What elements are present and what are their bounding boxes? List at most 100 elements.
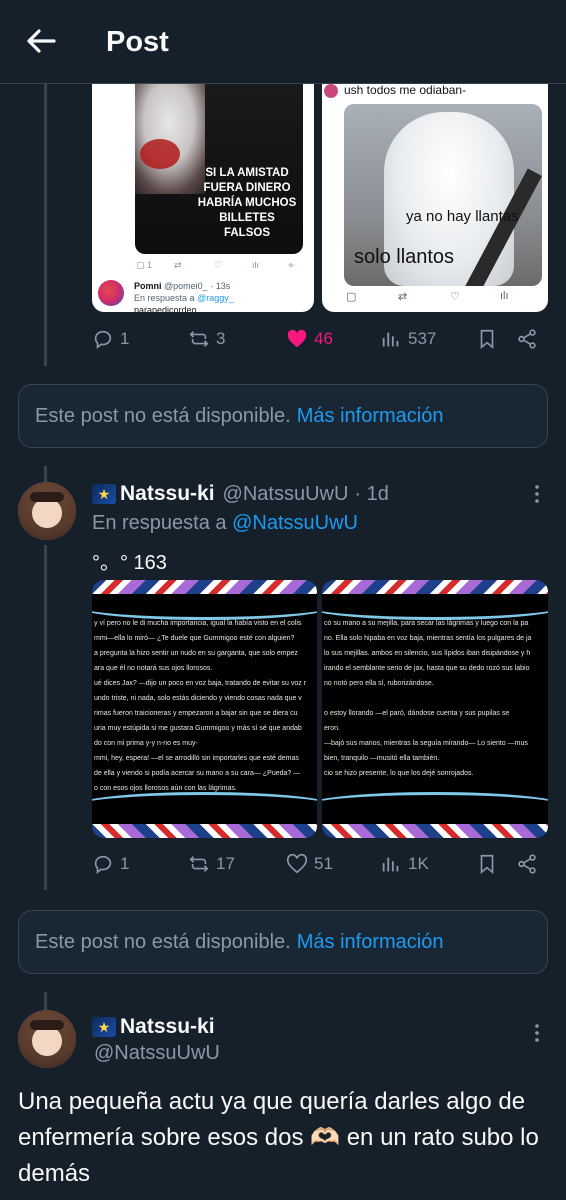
story-line: de ella y viendo si podía acercar su man… [94, 770, 301, 777]
author-name[interactable]: Natssu-ki [120, 1015, 215, 1039]
story-line: rimas fueron traicioneras y empezaron a … [94, 710, 298, 717]
meme-image: SI LA AMISTAD FUERA DINERO HABRÍA MUCHOS… [135, 84, 303, 254]
story-line: mmi, hey, espera! —el se arrodilló sin i… [94, 755, 299, 762]
story-line: eron. [324, 725, 340, 732]
thread-line [44, 992, 47, 1010]
author-name[interactable]: Natssu-ki [120, 482, 215, 506]
mini-views-icon: ılı [500, 290, 509, 302]
more-options-icon[interactable] [526, 483, 548, 505]
reply-icon [94, 855, 112, 874]
reply-button[interactable]: 1 [92, 847, 129, 881]
caption-top: ush todos me odiaban- [344, 84, 467, 97]
stripe-bottom [322, 824, 548, 838]
mini-views-icon: ılı [252, 260, 260, 270]
meme-line: BILLETES FALSOS [219, 212, 275, 239]
story-line: lo sus mejillas. ambos en silencio, sus … [324, 650, 531, 657]
mini-reply-to: En respuesta a @raggy_ [134, 293, 234, 303]
back-arrow-icon[interactable] [24, 26, 58, 56]
mini-reply-handle: @pomei0_ · 13s [164, 281, 231, 291]
post-body: °。° 163 [92, 552, 167, 574]
story-line: y ví pero no le di mucha importancia, ig… [94, 620, 302, 627]
avatar[interactable] [18, 482, 76, 540]
story-image-left[interactable]: y ví pero no le di mucha importancia, ig… [92, 580, 317, 838]
unavailable-text: Este post no está disponible. [35, 930, 291, 953]
joker-mouth [140, 139, 180, 169]
like-count: 46 [314, 329, 333, 348]
mini-reply-to-prefix: En respuesta a [134, 293, 195, 303]
views-icon [382, 332, 399, 347]
unavailable-post-notice: Este post no está disponible. Más inform… [18, 910, 548, 974]
mini-actions-right: ▢ ⇄ ♡ ılı [344, 290, 544, 306]
mini-reply-icon: ▢ [346, 291, 357, 303]
media-right[interactable]: ush todos me odiaban- ya no hay llantas … [322, 84, 548, 312]
arc-bottom [322, 792, 548, 822]
mini-reply-header: Pomni @pomei0_ · 13s [134, 281, 230, 291]
story-line: mmi—ella lo miró— ¿Te duele que Gummigoo… [94, 635, 295, 642]
story-text: có su mano a su mejilla, para secar las … [324, 616, 548, 796]
mini-repost-icon: ⇄ [398, 291, 408, 303]
post-time[interactable]: · 1d [354, 483, 388, 506]
views-button[interactable]: 1K [380, 847, 429, 881]
story-line: có su mano a su mejilla, para secar las … [324, 620, 529, 627]
mini-repost-icon: ⇄ [174, 260, 182, 270]
like-button[interactable]: 51 [286, 847, 333, 881]
repost-button[interactable]: 17 [188, 847, 235, 881]
reply-count: 1 [120, 854, 130, 873]
mini-share-icon: ⋄ [288, 260, 294, 270]
like-count: 51 [314, 854, 333, 873]
mini-reply-to-handle: @raggy_ [197, 293, 234, 303]
reply-context-prefix: En respuesta a [92, 512, 227, 534]
media-left[interactable]: SI LA AMISTAD FUERA DINERO HABRÍA MUCHOS… [92, 84, 314, 312]
avatar[interactable] [18, 1010, 76, 1068]
more-info-link[interactable]: Más información [297, 931, 444, 954]
post-actions-top: 1 3 46 537 [92, 322, 538, 356]
mini-like-icon: ♡ [214, 260, 223, 270]
story-line: a pregunta la hizo sentir un nudo en su … [94, 650, 298, 657]
share-icon [518, 854, 536, 874]
top-bar: Post [0, 0, 566, 84]
meme-text: SI LA AMISTAD FUERA DINERO HABRÍA MUCHOS… [195, 166, 299, 241]
author-row: ★ Natssu-ki @NatssuUwU · 1d [92, 480, 389, 508]
bookmark-button[interactable] [476, 322, 498, 356]
more-options-icon[interactable] [526, 1022, 548, 1044]
meme-photo: ya no hay llantas solo llantos [344, 104, 542, 286]
reply-context: En respuesta a @NatssuUwU [92, 512, 358, 535]
repost-count: 17 [216, 854, 235, 873]
avatar-goggles [30, 1020, 64, 1030]
small-avatar-icon [324, 84, 338, 98]
unavailable-post-notice: Este post no está disponible. Más inform… [18, 384, 548, 448]
mini-reply-snippet: parapedicordeo [134, 305, 197, 312]
like-button[interactable]: 46 [286, 322, 333, 356]
mini-like-icon: ♡ [450, 291, 460, 303]
story-line: cio se hizo presente, lo que los dejé so… [324, 770, 474, 777]
avatar-goggles [30, 492, 64, 502]
author-handle[interactable]: @NatssuUwU [223, 483, 349, 506]
repost-count: 3 [216, 329, 226, 348]
thread-line [44, 545, 47, 890]
share-button[interactable] [516, 322, 538, 356]
meme-line: SI LA AMISTAD [205, 167, 289, 179]
reply-count: 1 [120, 329, 130, 348]
overlay-text-2: solo llantos [354, 246, 455, 268]
repost-button[interactable]: 3 [188, 322, 225, 356]
mini-reply-count: 1 [147, 260, 153, 270]
story-image-right[interactable]: có su mano a su mejilla, para secar las … [322, 580, 548, 838]
story-line: no. Ella solo hipaba en voz baja, mientr… [324, 635, 532, 642]
share-icon [518, 329, 536, 349]
more-info-link[interactable]: Más información [297, 405, 444, 428]
story-text: y ví pero no le di mucha importancia, ig… [94, 616, 317, 796]
bookmark-icon [480, 854, 494, 875]
heart-filled-icon [287, 329, 307, 348]
views-icon [382, 857, 399, 872]
views-button[interactable]: 537 [380, 322, 436, 356]
bookmark-button[interactable] [476, 847, 498, 881]
repost-icon [189, 856, 209, 872]
star-badge-icon: ★ [92, 484, 116, 504]
avatar-face [32, 1026, 62, 1056]
views-count: 537 [408, 329, 437, 348]
share-button[interactable] [516, 847, 538, 881]
reply-button[interactable]: 1 [92, 322, 129, 356]
story-line: uria muy estúpida si me gustara Gummigoo… [94, 725, 302, 732]
author-handle[interactable]: @NatssuUwU [94, 1042, 220, 1065]
reply-context-handle[interactable]: @NatssuUwU [232, 512, 358, 534]
